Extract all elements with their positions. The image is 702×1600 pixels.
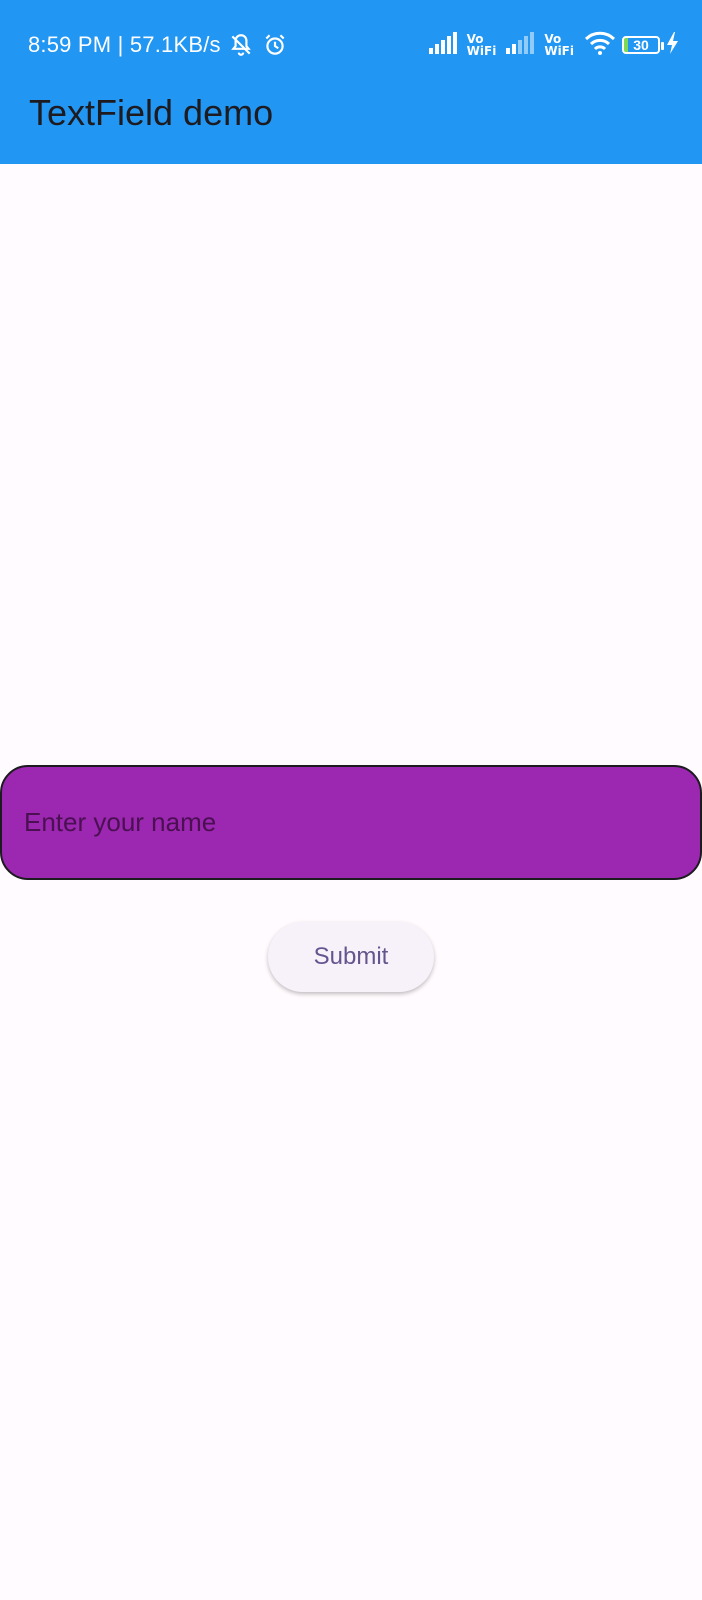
app-bar: 8:59 PM | 57.1KB/s Vo WiFi Vo WiFi 30 Te…: [0, 0, 702, 164]
status-left: 8:59 PM | 57.1KB/s: [28, 30, 289, 60]
page-title: TextField demo: [29, 92, 274, 133]
charging-icon: [666, 31, 680, 59]
status-time-speed: 8:59 PM | 57.1KB/s: [28, 32, 221, 57]
battery-level: 30: [633, 37, 649, 53]
alarm-clock-icon: [261, 31, 289, 59]
muted-bell-icon: [227, 31, 255, 59]
name-field[interactable]: [0, 765, 702, 880]
name-input[interactable]: [22, 806, 700, 839]
vowifi-icon: Vo WiFi: [544, 32, 574, 58]
wifi-icon: [584, 31, 616, 60]
status-right: Vo WiFi Vo WiFi 30: [428, 28, 680, 62]
status-bar: 8:59 PM | 57.1KB/s Vo WiFi Vo WiFi 30: [0, 0, 702, 90]
signal-weak-icon: [506, 31, 538, 59]
submit-button[interactable]: Submit: [268, 922, 434, 992]
signal-icon: [428, 31, 461, 59]
battery-icon: 30: [622, 36, 664, 54]
vowifi-icon: Vo WiFi: [466, 32, 497, 58]
